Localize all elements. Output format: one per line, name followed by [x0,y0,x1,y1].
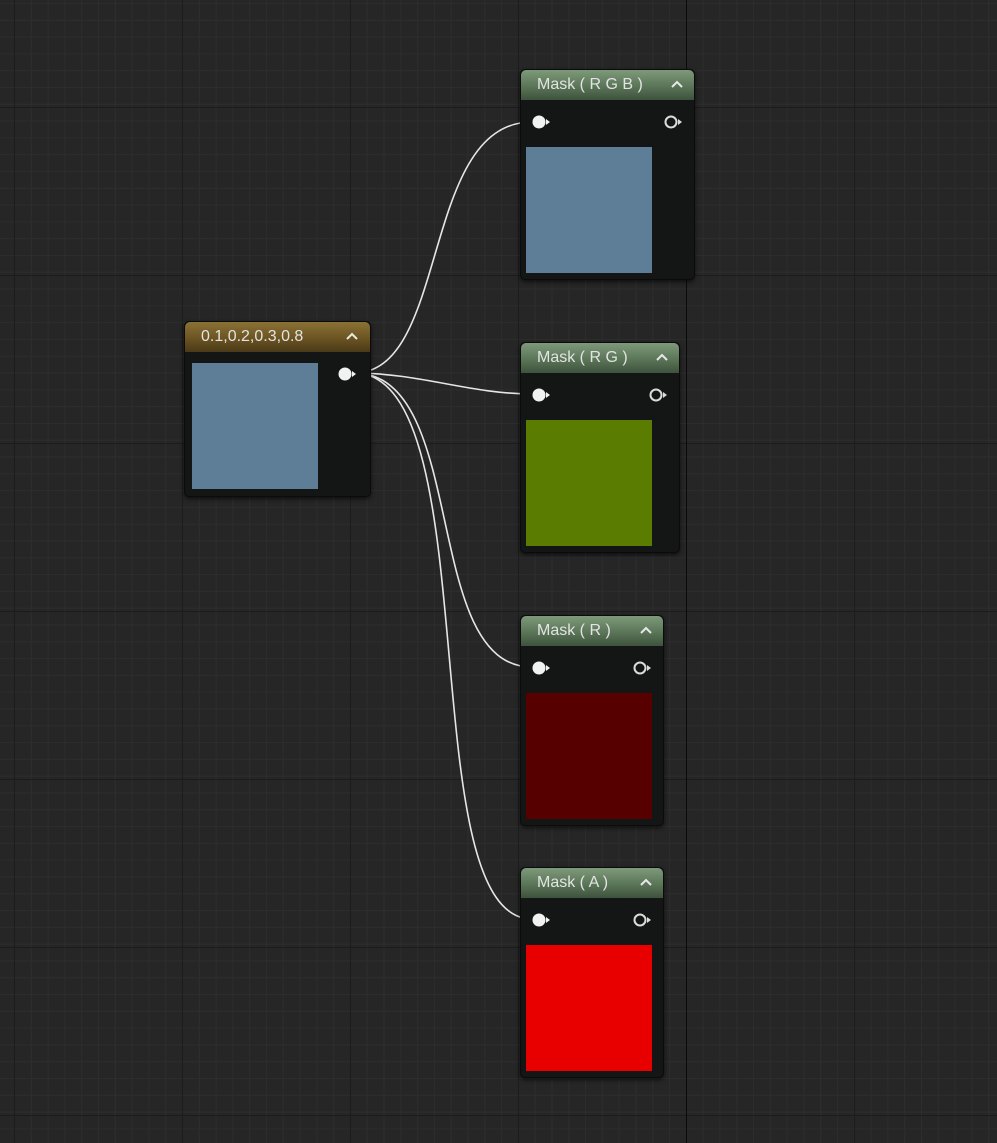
collapse-chevron-icon[interactable] [346,331,358,341]
constant-preview-swatch [192,363,318,489]
mask-rg-preview-swatch [526,420,652,546]
output-pin-icon[interactable] [337,366,357,382]
input-pin-icon[interactable] [531,660,551,676]
mask-rgb-preview-swatch [526,147,652,273]
output-pin-icon[interactable] [632,660,652,676]
mask-rgb-header[interactable]: Mask ( R G B ) [521,70,694,100]
wire-to-mask-a[interactable] [353,372,533,920]
wire-layer [353,121,533,920]
constant-node-header[interactable]: 0.1,0.2,0.3,0.8 [185,322,370,352]
input-pin-icon[interactable] [531,114,551,130]
output-pin-icon[interactable] [663,114,683,130]
mask-a-preview-swatch [526,945,652,1071]
constant-node-title: 0.1,0.2,0.3,0.8 [201,328,304,345]
mask-r-node[interactable]: Mask ( R ) [520,615,664,826]
mask-rg-node[interactable]: Mask ( R G ) [520,342,680,553]
mask-rgb-title: Mask ( R G B ) [537,76,643,93]
mask-rg-title: Mask ( R G ) [537,349,628,366]
collapse-chevron-icon[interactable] [640,877,652,887]
constant-vector-node[interactable]: 0.1,0.2,0.3,0.8 [184,321,371,497]
output-pin-icon[interactable] [648,387,668,403]
mask-r-preview-swatch [526,693,652,819]
wire-to-mask-rg[interactable] [353,372,533,395]
output-pin-icon[interactable] [632,912,652,928]
input-pin-icon[interactable] [531,387,551,403]
mask-a-title: Mask ( A ) [537,874,609,891]
wire-to-mask-r[interactable] [353,372,533,668]
collapse-chevron-icon[interactable] [671,79,683,89]
mask-rgb-node[interactable]: Mask ( R G B ) [520,69,695,280]
mask-r-title: Mask ( R ) [537,622,611,639]
collapse-chevron-icon[interactable] [640,625,652,635]
input-pin-icon[interactable] [531,912,551,928]
mask-a-node[interactable]: Mask ( A ) [520,867,664,1078]
wire-to-mask-rgb[interactable] [353,121,533,374]
collapse-chevron-icon[interactable] [656,352,668,362]
